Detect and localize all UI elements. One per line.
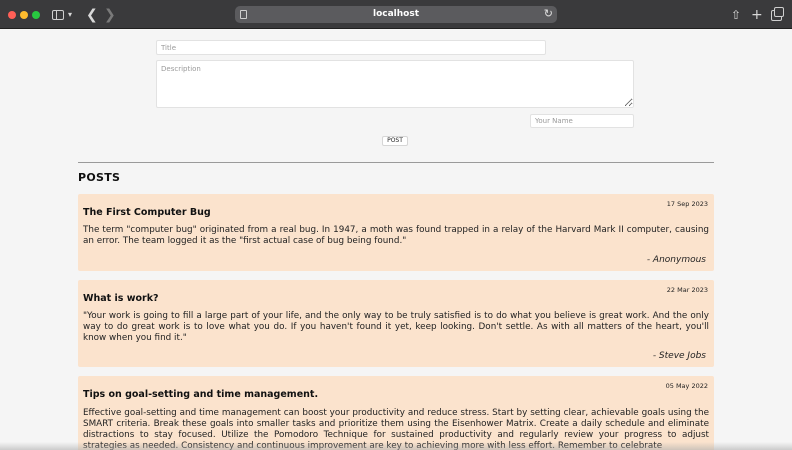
chevron-down-icon[interactable]: ▾ bbox=[68, 8, 72, 22]
post-author: - Steve Jobs bbox=[652, 351, 706, 361]
post-card: 17 Sep 2023 The First Computer Bug The t… bbox=[78, 194, 714, 271]
plus-icon[interactable]: + bbox=[751, 8, 763, 22]
post-card: 05 May 2022 Tips on goal-setting and tim… bbox=[78, 376, 714, 450]
zoom-window-button[interactable] bbox=[32, 11, 40, 19]
share-icon[interactable]: ⇧ bbox=[731, 8, 741, 22]
sidebar-icon[interactable] bbox=[52, 10, 64, 20]
post-card: 22 Mar 2023 What is work? "Your work is … bbox=[78, 280, 714, 367]
post-author: - Anonymous bbox=[646, 255, 706, 265]
post-date: 17 Sep 2023 bbox=[666, 200, 708, 208]
divider bbox=[78, 162, 714, 163]
post-date: 22 Mar 2023 bbox=[666, 286, 708, 294]
description-textarea[interactable] bbox=[156, 60, 634, 108]
post-title: The First Computer Bug bbox=[83, 207, 211, 218]
posts-heading: POSTS bbox=[78, 171, 121, 184]
tabs-overview-icon[interactable] bbox=[771, 7, 784, 21]
reload-icon[interactable]: ↻ bbox=[544, 7, 553, 21]
minimize-window-button[interactable] bbox=[20, 11, 28, 19]
browser-toolbar: ▾ ❮ ❯ localhost ↻ ⇧ + bbox=[0, 0, 792, 29]
address-url: localhost bbox=[372, 9, 419, 19]
scroll-fade bbox=[0, 442, 792, 450]
close-window-button[interactable] bbox=[8, 11, 16, 19]
title-input[interactable] bbox=[156, 40, 546, 55]
post-date: 05 May 2022 bbox=[665, 382, 708, 390]
chevron-left-icon[interactable]: ❮ bbox=[86, 8, 98, 22]
name-input[interactable] bbox=[530, 114, 634, 128]
post-title: Tips on goal-setting and time management… bbox=[83, 389, 319, 400]
post-button[interactable]: POST bbox=[382, 136, 408, 146]
post-title: What is work? bbox=[83, 293, 159, 304]
post-body: "Your work is going to fill a large part… bbox=[83, 311, 709, 343]
address-bar[interactable]: localhost ↻ bbox=[235, 6, 557, 23]
chevron-right-icon[interactable]: ❯ bbox=[104, 8, 116, 22]
post-body: The term "computer bug" originated from … bbox=[83, 225, 709, 246]
